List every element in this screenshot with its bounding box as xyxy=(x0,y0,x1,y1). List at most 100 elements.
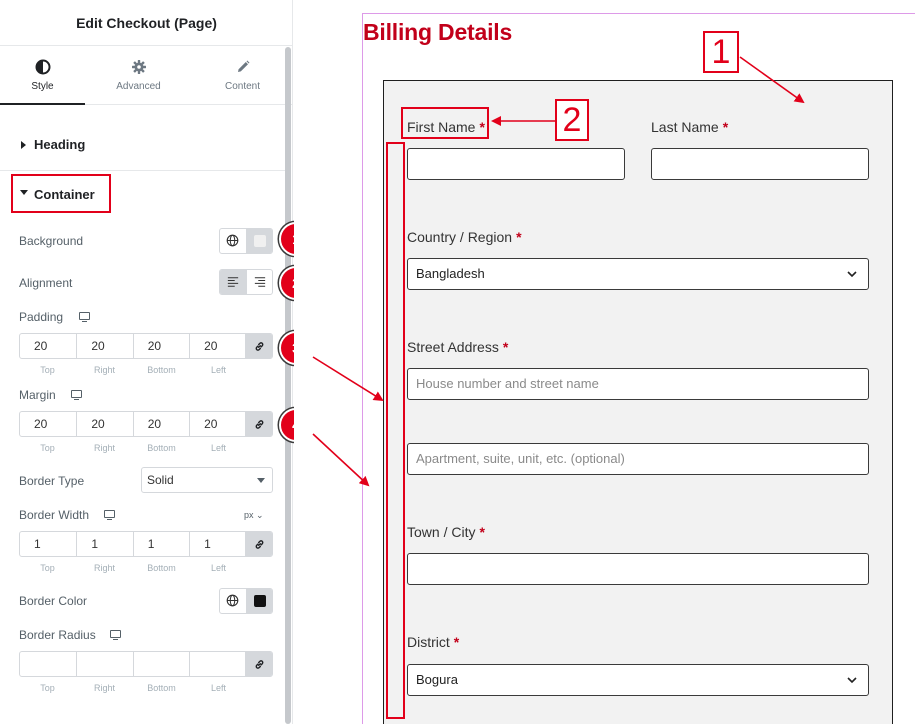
link-icon xyxy=(256,540,264,549)
last-name-input[interactable] xyxy=(651,148,869,180)
street-address-input[interactable]: House number and street name xyxy=(407,368,869,400)
tab-advanced-label: Advanced xyxy=(116,81,161,92)
align-left-button[interactable] xyxy=(220,270,246,294)
street-address-label-text: Street Address xyxy=(407,339,499,355)
background-classic-button[interactable] xyxy=(220,229,246,253)
margin-label: Margin xyxy=(19,388,56,402)
billing-form-container: First Name * Last Name * Country / Region *… xyxy=(383,80,893,724)
unit-selector[interactable]: px ⌄ xyxy=(244,510,264,521)
billing-details-heading: Billing Details xyxy=(363,19,513,45)
chevron-down-icon xyxy=(847,271,857,278)
caret-right-icon xyxy=(21,141,26,149)
border-type-select[interactable]: Solid xyxy=(141,467,273,493)
unit-value: px xyxy=(244,510,254,520)
editor-panel: Edit Checkout (Page) Style Advanced Cont… xyxy=(0,0,293,724)
responsive-desktop-icon[interactable] xyxy=(104,510,115,521)
tab-advanced[interactable]: Advanced xyxy=(96,47,181,105)
section-heading-label: Heading xyxy=(34,137,86,152)
border-color-picker-button[interactable] xyxy=(246,589,272,613)
border-radius-left-input[interactable] xyxy=(189,652,245,676)
padding-label: Padding xyxy=(19,310,64,324)
dim-label-left: Left xyxy=(210,563,226,573)
align-right-icon xyxy=(254,277,266,287)
alignment-label: Alignment xyxy=(19,276,73,290)
dim-label-bottom: Bottom xyxy=(147,683,176,693)
district-select[interactable]: Bogura xyxy=(407,664,869,696)
dim-label-right: Right xyxy=(93,443,115,453)
tab-content[interactable]: Content xyxy=(200,47,285,105)
padding-top-input[interactable]: 20 xyxy=(20,334,76,358)
responsive-desktop-icon[interactable] xyxy=(79,312,90,323)
border-type-value: Solid xyxy=(147,473,174,487)
align-left-icon xyxy=(227,277,239,287)
tab-content-label: Content xyxy=(224,81,261,92)
link-icon xyxy=(256,342,264,351)
link-icon xyxy=(256,660,264,669)
required-marker: * xyxy=(479,524,485,540)
country-label: Country / Region * xyxy=(407,229,522,245)
padding-right-input[interactable]: 20 xyxy=(76,334,132,358)
margin-bottom-input[interactable]: 20 xyxy=(132,412,189,436)
background-type-group xyxy=(219,228,273,254)
chevron-down-icon xyxy=(257,478,265,483)
dim-label-bottom: Bottom xyxy=(147,365,176,375)
border-radius-link-button[interactable] xyxy=(245,652,272,676)
required-marker: * xyxy=(502,339,509,355)
margin-top-input[interactable]: 20 xyxy=(20,412,76,436)
gear-icon xyxy=(131,60,146,74)
border-width-top-input[interactable]: 1 xyxy=(20,532,76,556)
border-radius-right-input[interactable] xyxy=(76,652,132,676)
background-color-button[interactable] xyxy=(246,229,272,253)
district-label-text: District xyxy=(407,634,450,650)
town-city-label-text: Town / City xyxy=(407,524,476,540)
tab-style[interactable]: Style xyxy=(0,47,85,105)
border-color-global-button[interactable] xyxy=(220,589,246,613)
dim-label-top: Top xyxy=(40,443,55,453)
country-select[interactable]: Bangladesh xyxy=(407,258,869,290)
dim-label-right: Right xyxy=(93,683,115,693)
border-width-right-input[interactable]: 1 xyxy=(76,532,132,556)
required-marker: * xyxy=(453,634,460,650)
margin-inputs: 20 20 20 20 xyxy=(19,411,273,437)
padding-left-input[interactable]: 20 xyxy=(189,334,245,358)
margin-right-input[interactable]: 20 xyxy=(76,412,132,436)
padding-link-button[interactable] xyxy=(245,334,272,358)
margin-highlight-bar xyxy=(386,142,405,719)
align-right-button[interactable] xyxy=(246,270,272,294)
street-address-2-input[interactable]: Apartment, suite, unit, etc. (optional) xyxy=(407,443,869,475)
border-width-bottom-input[interactable]: 1 xyxy=(132,532,189,556)
border-radius-inputs xyxy=(19,651,273,677)
border-radius-top-input[interactable] xyxy=(20,652,76,676)
container-highlight-box xyxy=(11,174,111,213)
globe-icon xyxy=(226,594,239,607)
panel-scrollbar[interactable] xyxy=(285,47,291,724)
border-type-label: Border Type xyxy=(19,474,85,488)
border-radius-dim-labels: Top Right Bottom Left xyxy=(19,683,273,695)
dim-label-right: Right xyxy=(93,563,115,573)
district-value: Bogura xyxy=(416,672,458,687)
chevron-down-icon xyxy=(847,677,857,684)
dim-label-bottom: Bottom xyxy=(147,443,176,453)
country-value: Bangladesh xyxy=(416,266,485,281)
border-radius-label: Border Radius xyxy=(19,628,96,642)
padding-dim-labels: Top Right Bottom Left xyxy=(19,365,273,377)
dim-label-top: Top xyxy=(40,563,55,573)
dim-label-left: Left xyxy=(210,443,226,453)
first-name-input[interactable] xyxy=(407,148,625,180)
town-city-input[interactable] xyxy=(407,553,869,585)
padding-bottom-input[interactable]: 20 xyxy=(132,334,189,358)
link-icon xyxy=(256,420,264,429)
border-width-left-input[interactable]: 1 xyxy=(189,532,245,556)
responsive-desktop-icon[interactable] xyxy=(71,390,82,401)
padding-inputs: 20 20 20 20 xyxy=(19,333,273,359)
margin-link-button[interactable] xyxy=(245,412,272,436)
border-radius-bottom-input[interactable] xyxy=(132,652,189,676)
section-heading[interactable]: Heading xyxy=(0,106,285,171)
responsive-desktop-icon[interactable] xyxy=(110,630,121,641)
required-marker: * xyxy=(516,229,522,245)
color-swatch xyxy=(254,595,266,607)
margin-left-input[interactable]: 20 xyxy=(189,412,245,436)
border-width-link-button[interactable] xyxy=(245,532,272,556)
alignment-group xyxy=(219,269,273,295)
tab-style-label: Style xyxy=(31,81,54,92)
